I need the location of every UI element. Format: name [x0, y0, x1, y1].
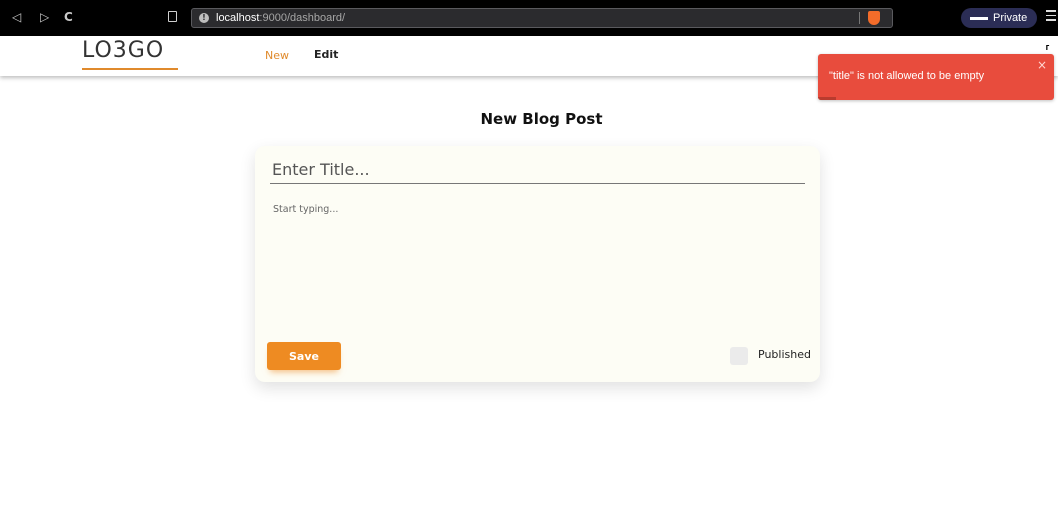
nav-link-new[interactable]: New: [265, 49, 289, 62]
error-toast: "title" is not allowed to be empty ×: [818, 54, 1054, 100]
post-editor-card: Save Published: [255, 146, 820, 382]
close-icon[interactable]: ×: [1037, 58, 1047, 72]
private-glasses-icon: ▬▬: [970, 12, 988, 23]
info-icon[interactable]: !: [199, 13, 209, 23]
toast-message: "title" is not allowed to be empty: [829, 70, 985, 82]
back-arrow-icon[interactable]: ◁: [12, 10, 21, 24]
bookmark-icon[interactable]: [168, 11, 177, 22]
reload-icon[interactable]: C: [64, 10, 73, 24]
nav-link-edit[interactable]: Edit: [314, 48, 338, 61]
body-textarea[interactable]: [273, 204, 803, 324]
toast-progress-bar: [818, 97, 836, 100]
page-title: New Blog Post: [480, 110, 603, 128]
brave-shield-icon[interactable]: [868, 11, 880, 25]
title-input[interactable]: [270, 156, 805, 184]
browser-toolbar: ◁ ▷ C ! localhost:9000/dashboard/ ▬▬ Pri…: [0, 0, 1058, 36]
private-window-badge[interactable]: ▬▬ Private: [961, 8, 1037, 28]
forward-arrow-icon[interactable]: ▷: [40, 10, 49, 24]
logo-underline: [82, 68, 178, 70]
address-separator: [859, 12, 860, 24]
save-button[interactable]: Save: [267, 342, 341, 370]
private-label: Private: [993, 12, 1028, 24]
logo[interactable]: LO3GO: [82, 38, 164, 63]
address-bar[interactable]: ! localhost:9000/dashboard/: [191, 8, 893, 28]
published-label: Published: [758, 348, 811, 361]
hamburger-menu-icon[interactable]: [1046, 10, 1056, 24]
published-checkbox[interactable]: [730, 347, 748, 365]
url-text: localhost:9000/dashboard/: [216, 12, 346, 24]
